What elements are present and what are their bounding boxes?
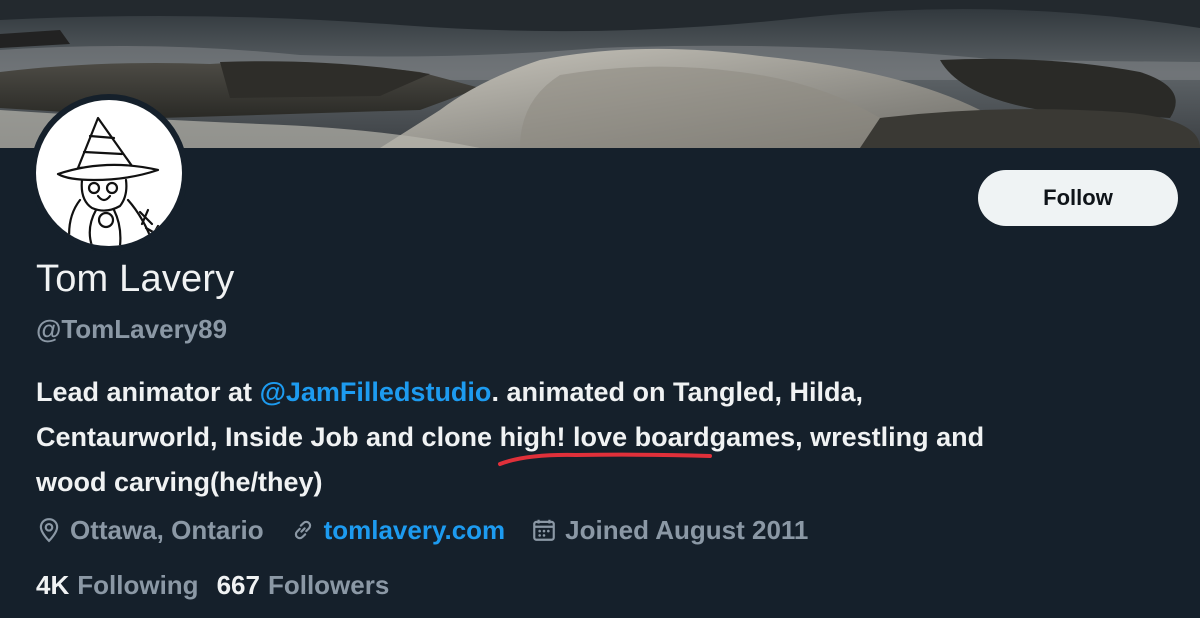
wizard-avatar-drawing <box>56 116 162 246</box>
website-item[interactable]: tomlavery.com <box>290 515 506 546</box>
following-label: Following <box>77 570 199 600</box>
profile-bio: Lead animator at @JamFilledstudio. anima… <box>36 370 1186 505</box>
followers-count: 667 <box>216 570 260 600</box>
joined-item: Joined August 2011 <box>531 515 808 546</box>
location-pin-icon <box>39 518 59 543</box>
link-icon <box>294 520 311 540</box>
profile-name: Tom Lavery <box>36 258 235 300</box>
joined-text: Joined August 2011 <box>565 514 809 545</box>
profile-handle: @TomLavery89 <box>36 314 228 344</box>
profile-avatar[interactable] <box>30 94 188 252</box>
profile-banner[interactable] <box>0 0 1200 148</box>
bio-mention-link[interactable]: @JamFilledstudio <box>260 377 492 407</box>
bio-text: ve boardgames, wrestling and <box>597 422 985 452</box>
bio-text: . animated on Tangled, Hilda, <box>491 377 863 407</box>
website-link[interactable]: tomlavery.com <box>324 515 506 546</box>
bio-line-3: wood carving(he/they) <box>36 467 323 497</box>
following-stat-link[interactable]: 4K Following <box>36 570 199 601</box>
bio-highlight-text: clone high! lo <box>421 422 598 452</box>
location-item: Ottawa, Ontario <box>36 515 264 546</box>
follow-button[interactable]: Follow <box>978 170 1178 226</box>
location-text: Ottawa, Ontario <box>70 514 264 545</box>
bio-line-2: Centaurworld, Inside Job and clone high!… <box>36 415 1186 460</box>
profile-meta: Ottawa, Ontario tomlavery.com Joined Aug… <box>36 512 834 548</box>
bio-text: Centaurworld, Inside Job and <box>36 422 422 452</box>
profile-stats: 4K Following 667 Followers <box>36 570 407 601</box>
bio-text: Lead animator at <box>36 377 260 407</box>
followers-label: Followers <box>267 570 390 600</box>
following-count: 4K <box>36 570 70 600</box>
followers-stat-link[interactable]: 667 Followers <box>217 570 390 601</box>
calendar-icon <box>533 519 556 541</box>
bio-line-1: Lead animator at @JamFilledstudio. anima… <box>36 370 1186 415</box>
